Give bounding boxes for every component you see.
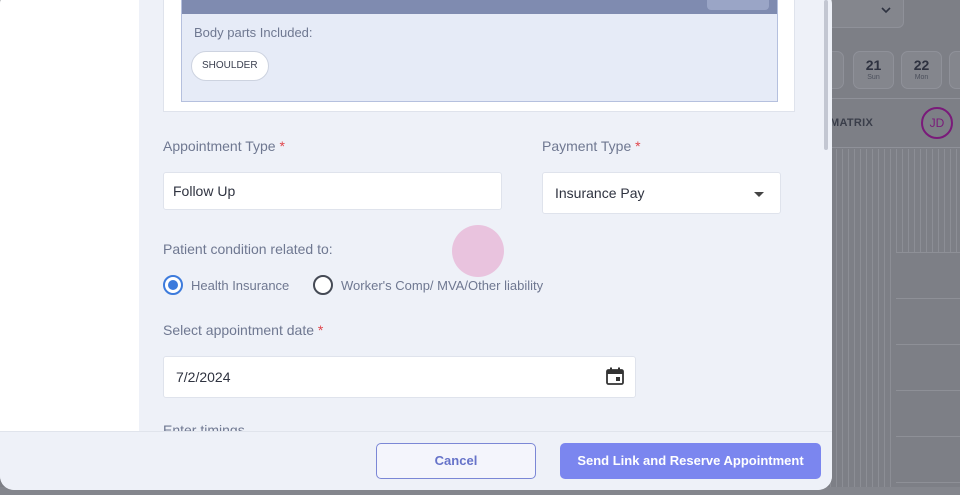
chevron-down-icon: [881, 7, 891, 14]
view-dropdown: [826, 0, 904, 28]
avatar: JD: [921, 107, 953, 139]
body-parts-panel-header: [182, 0, 777, 14]
day-number: 21: [865, 57, 882, 73]
day-number: 22: [913, 57, 930, 73]
caret-down-icon: [754, 192, 764, 197]
day-of-week: Sun: [867, 74, 880, 81]
day-cell: 21 Sun: [853, 51, 894, 89]
health-insurance-label[interactable]: Health Insurance: [191, 278, 289, 293]
patient-condition-label: Patient condition related to:: [163, 241, 333, 257]
body-part-chip[interactable]: SHOULDER: [191, 51, 269, 81]
header-pill: [707, 0, 769, 10]
modal-form-scroll-area: Body parts Included: SHOULDER Appointmen…: [139, 0, 819, 431]
payment-type-select[interactable]: Insurance Pay: [542, 172, 781, 214]
timings-label: Enter timings: [163, 422, 245, 431]
day-of-week: Mon: [914, 74, 929, 81]
appointment-type-input[interactable]: Follow Up: [163, 172, 502, 210]
day-cell: 22 Mon: [901, 51, 942, 89]
health-insurance-radio[interactable]: [163, 275, 183, 295]
body-parts-card: Body parts Included: SHOULDER: [163, 0, 795, 112]
body-parts-label: Body parts Included:: [194, 25, 313, 40]
body-parts-panel: Body parts Included: SHOULDER: [181, 0, 778, 102]
workers-comp-radio[interactable]: [313, 275, 333, 295]
appointment-date-label: Select appointment date *: [163, 322, 324, 338]
appointment-modal: Body parts Included: SHOULDER Appointmen…: [0, 0, 832, 490]
calendar-icon[interactable]: [605, 366, 625, 386]
cancel-button[interactable]: Cancel: [376, 443, 536, 479]
payment-type-label: Payment Type *: [542, 138, 641, 154]
workers-comp-label[interactable]: Worker's Comp/ MVA/Other liability: [341, 278, 543, 293]
required-mark: *: [317, 322, 324, 338]
appointment-type-label: Appointment Type *: [163, 138, 285, 154]
cursor-indicator: [452, 225, 504, 277]
modal-left-panel: [0, 0, 139, 431]
required-mark: *: [635, 138, 641, 154]
matrix-column-label: MATRIX: [830, 117, 874, 129]
calendar-grid-slots: [896, 252, 960, 495]
required-mark: *: [279, 138, 285, 154]
appointment-date-input[interactable]: 7/2/2024: [163, 356, 636, 398]
modal-scrollbar[interactable]: [822, 0, 830, 431]
scrollbar-thumb[interactable]: [824, 0, 828, 150]
day-cell: [949, 51, 960, 89]
send-link-reserve-button[interactable]: Send Link and Reserve Appointment: [560, 443, 821, 479]
